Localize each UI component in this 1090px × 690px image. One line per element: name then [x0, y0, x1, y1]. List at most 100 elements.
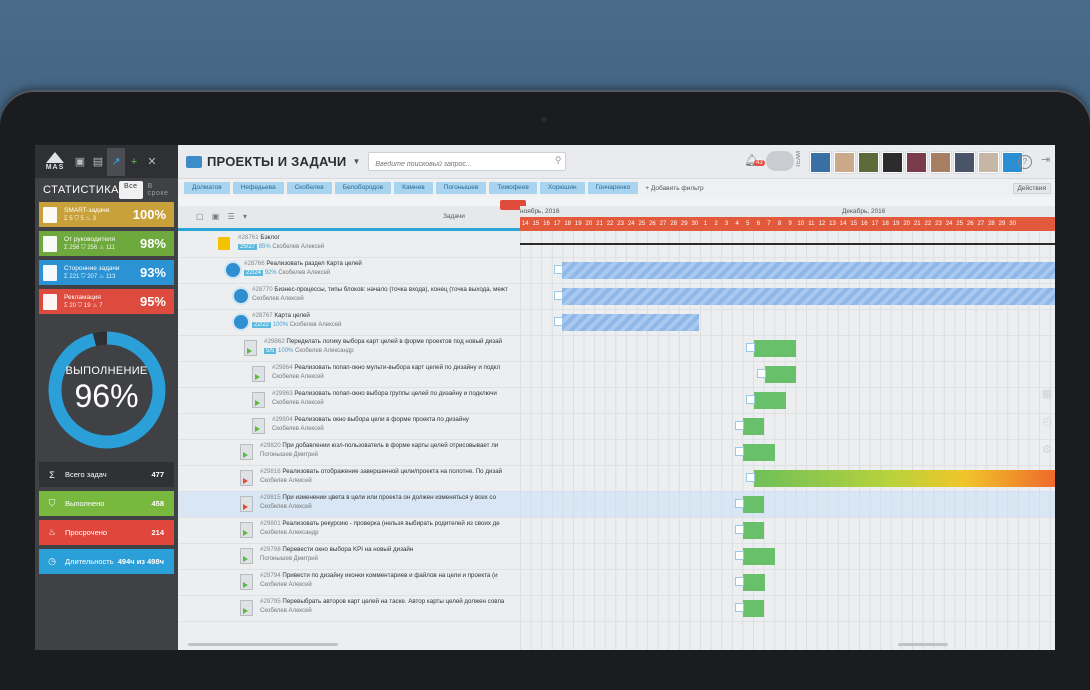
stat-card[interactable]: Сторонние задачи Σ 221 ⛉ 207 ♨ 113 93% [39, 260, 174, 285]
task-title[interactable]: Реализовать попап-окно мульти-выбора кар… [294, 364, 500, 371]
calendar-icon[interactable]: ▦ [1040, 380, 1054, 408]
task-id[interactable]: #28767 [252, 312, 273, 319]
task-row[interactable]: #29798 Перевести окно выбора KPI на новы… [178, 543, 1055, 570]
filter-chip[interactable]: Гончаренко [587, 182, 639, 194]
task-id[interactable]: #29820 [260, 442, 281, 449]
task-title[interactable]: Бэклог [260, 234, 279, 241]
search-icon[interactable]: ⚲ [555, 155, 562, 166]
task-row[interactable]: #28767 Карта целей 22/22 100% Скобелев А… [178, 309, 1055, 336]
task-assignee[interactable]: Скобелев Алексей [272, 374, 324, 380]
avatar[interactable] [954, 152, 975, 173]
gantt-bar[interactable] [520, 243, 1055, 245]
gantt-bar[interactable] [754, 470, 1055, 487]
filter-chip[interactable]: Долматов [184, 182, 230, 194]
gantt-scrollbar[interactable] [898, 643, 948, 646]
total-item[interactable]: Σ Всего задач 477 [39, 462, 174, 487]
gantt-bar[interactable] [562, 262, 1055, 279]
avatar[interactable] [810, 152, 831, 173]
task-title[interactable]: Перевыбрать авторов карт целей на таске.… [282, 598, 504, 605]
task-assignee[interactable]: Скобелев Александр [260, 530, 319, 536]
filter-chip[interactable]: Погонышев [435, 182, 487, 194]
milestone-marker[interactable] [746, 395, 755, 404]
actions-button[interactable]: Действия [1012, 183, 1051, 194]
task-assignee[interactable]: Скобелев Алексей [260, 608, 312, 614]
task-row[interactable]: #29863 Реализовать попап-окно выбора гру… [178, 387, 1055, 414]
filter-all[interactable]: Все [118, 181, 143, 199]
task-row[interactable]: #29794 Привести по дизайну иконки коммен… [178, 569, 1055, 596]
gantt-bar[interactable] [562, 288, 1055, 305]
total-item[interactable]: ◷ Длительность 494ч из 498ч [39, 549, 174, 574]
stat-card[interactable]: От руководителя Σ 256 ⛉ 256 ♨ 111 98% [39, 231, 174, 256]
gantt-bar[interactable] [743, 496, 764, 513]
task-row[interactable]: #29820 При добавлении юзл-пользователь в… [178, 439, 1055, 466]
chart-icon[interactable]: ↗ [107, 147, 125, 176]
task-row[interactable]: #29801 Реализовать рекурсию - проверка (… [178, 517, 1055, 544]
gantt-bar[interactable] [743, 574, 765, 591]
gantt-bar[interactable] [743, 522, 764, 539]
filter-chip[interactable]: Скобелев [286, 182, 332, 194]
task-row[interactable]: #29795 Перевыбрать авторов карт целей на… [178, 595, 1055, 622]
avatar[interactable] [834, 152, 855, 173]
task-row[interactable]: #28761 Бэклог 25/27 85% Скобелев Алексей [178, 231, 1055, 258]
task-assignee[interactable]: Скобелев Алексей [260, 478, 312, 484]
task-title[interactable]: При изменении цвета в цели или проекта о… [282, 494, 496, 501]
task-title[interactable]: Реализовать рекурсию - проверка (нельзя … [282, 520, 499, 527]
task-id[interactable]: #29794 [260, 572, 281, 579]
task-id[interactable]: #29801 [260, 520, 281, 527]
task-title[interactable]: Реализовать отображение завершенной цели… [282, 468, 502, 475]
milestone-marker[interactable] [746, 343, 755, 352]
task-row[interactable]: #29804 Реализовать окно выбора цели в фо… [178, 413, 1055, 440]
task-row[interactable]: #29815 При изменении цвета в цели или пр… [178, 491, 1055, 518]
task-row[interactable]: #29864 Реализовать попап-окно мульти-выб… [178, 361, 1055, 388]
task-id[interactable]: #29862 [264, 338, 285, 345]
view-tools-icon[interactable]: ▢ ▣ ☰ ▾ [196, 212, 250, 221]
milestone-marker[interactable] [554, 291, 563, 300]
stat-card[interactable]: Рекламация Σ 20 ⛉ 19 ♨ 7 95% [39, 289, 174, 314]
task-title[interactable]: Перевести окно выбора KPI на новый дизай… [282, 546, 413, 553]
task-id[interactable]: #29804 [272, 416, 293, 423]
task-assignee[interactable]: Скобелев Алексей [272, 244, 324, 250]
task-title[interactable]: Переделать логику выбора карт целей в фо… [286, 338, 502, 345]
task-id[interactable]: #29798 [260, 546, 281, 553]
task-assignee[interactable]: Погонышев Дмитрий [260, 556, 318, 562]
avatar[interactable] [882, 152, 903, 173]
task-title[interactable]: При добавлении юзл-пользователь в форме … [282, 442, 498, 449]
settings-icon[interactable]: ⚙ [1040, 436, 1054, 464]
search-input[interactable] [369, 156, 548, 173]
filter-chip[interactable]: Нефедьева [232, 182, 284, 194]
milestone-marker[interactable] [757, 369, 766, 378]
milestone-marker[interactable] [735, 577, 744, 586]
task-id[interactable]: #28770 [252, 286, 273, 293]
task-assignee[interactable]: Скобелев Алексей [260, 582, 312, 588]
alarm-icon[interactable]: ◴ [1040, 408, 1054, 436]
avatar[interactable] [906, 152, 927, 173]
milestone-marker[interactable] [735, 525, 744, 534]
help-icon[interactable]: ? [1018, 155, 1032, 169]
task-row[interactable]: #28770 Бизнес-процессы, типы блоков: нач… [178, 283, 1055, 310]
task-assignee[interactable]: Скобелев Алексей [272, 426, 324, 432]
task-id[interactable]: #29816 [260, 468, 281, 475]
gantt-bar[interactable] [743, 600, 764, 617]
task-id[interactable]: #29795 [260, 598, 281, 605]
milestone-marker[interactable] [735, 499, 744, 508]
task-assignee[interactable]: Скобелев Алексей [252, 296, 304, 302]
milestone-marker[interactable] [554, 317, 563, 326]
task-title[interactable]: Карта целей [274, 312, 310, 319]
task-id[interactable]: #28766 [244, 260, 265, 267]
team-logo[interactable] [766, 151, 794, 171]
milestone-marker[interactable] [735, 447, 744, 456]
task-title[interactable]: Бизнес-процессы, типы блоков: начало (то… [274, 286, 507, 293]
gantt-bar[interactable] [743, 548, 775, 565]
gantt-bar[interactable] [754, 392, 786, 409]
gantt-bar[interactable] [765, 366, 796, 383]
filter-chip[interactable]: Белобородов [334, 182, 392, 194]
total-item[interactable]: ⛉ Выполнено 458 [39, 491, 174, 516]
milestone-marker[interactable] [554, 265, 563, 274]
task-title[interactable]: Реализовать попап-окно выбора группы цел… [294, 390, 496, 397]
task-assignee[interactable]: Скобелев Алексей [290, 322, 342, 328]
task-assignee[interactable]: Скобелев Александр [295, 348, 354, 354]
avatar[interactable] [978, 152, 999, 173]
avatar[interactable] [858, 152, 879, 173]
avatar[interactable] [930, 152, 951, 173]
task-row[interactable]: #29862 Переделать логику выбора карт цел… [178, 335, 1055, 362]
